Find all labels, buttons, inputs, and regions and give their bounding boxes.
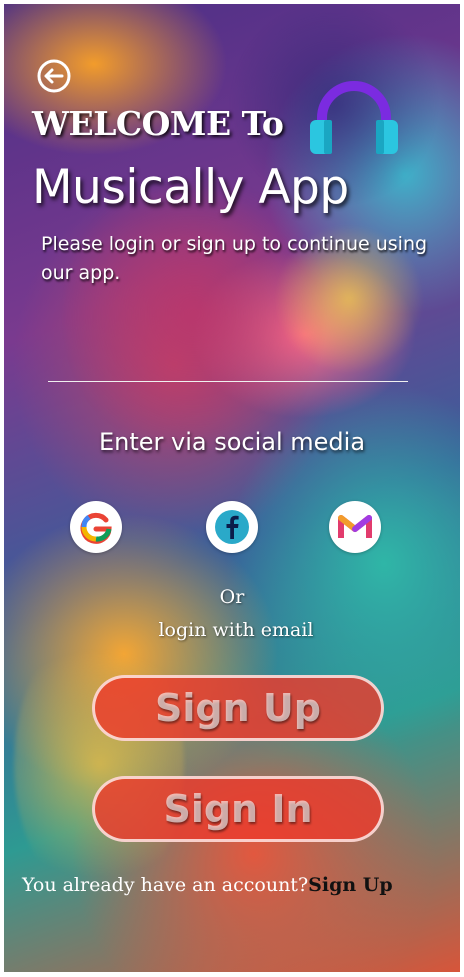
sign-in-button[interactable]: Sign In — [92, 776, 384, 842]
account-prompt: You already have an account?Sign Up — [22, 874, 393, 896]
app-name-title: Musically App — [32, 160, 349, 215]
back-arrow-icon — [37, 59, 71, 93]
divider-line — [48, 381, 408, 382]
google-login-button[interactable] — [70, 501, 122, 553]
sign-up-button[interactable]: Sign Up — [92, 675, 384, 741]
account-question-text: You already have an account? — [22, 874, 309, 896]
email-login-text: login with email — [158, 619, 314, 641]
google-icon — [80, 512, 112, 544]
welcome-title: WELCOME To — [32, 104, 284, 143]
sign-up-button-label: Sign Up — [155, 686, 321, 730]
sign-in-button-label: Sign In — [163, 787, 313, 831]
or-separator: Or — [219, 586, 245, 608]
app-screen: WELCOME To Musically App Please login or… — [4, 4, 460, 972]
background-art-shape — [14, 624, 184, 904]
gmail-icon — [338, 515, 372, 538]
facebook-icon — [215, 510, 249, 544]
footer-sign-up-link[interactable]: Sign Up — [308, 874, 393, 896]
facebook-login-button[interactable] — [206, 501, 258, 553]
headphones-icon — [310, 81, 398, 154]
intro-subtitle: Please login or sign up to continue usin… — [41, 233, 428, 284]
gmail-login-button[interactable] — [329, 501, 381, 553]
back-button[interactable] — [36, 58, 72, 94]
social-media-heading: Enter via social media — [98, 428, 366, 456]
